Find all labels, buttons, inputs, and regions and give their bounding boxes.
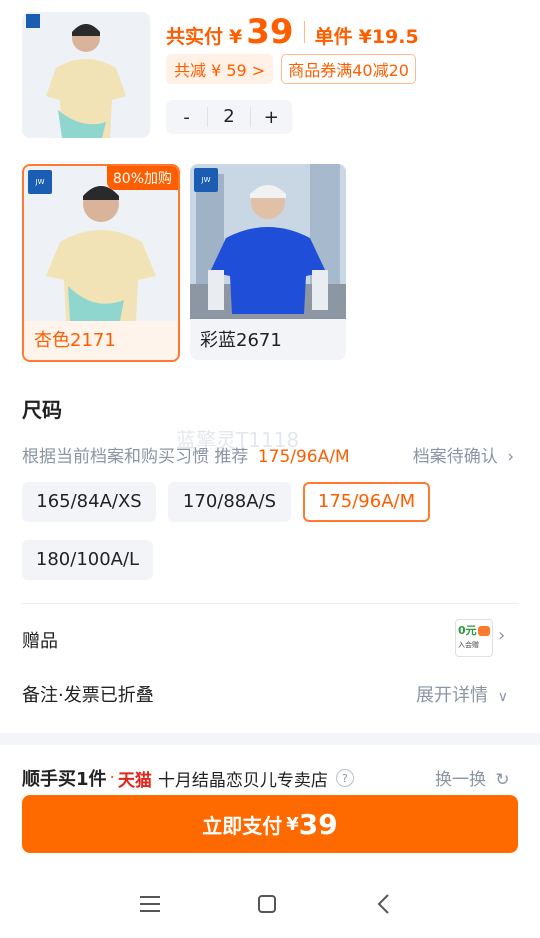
home-icon[interactable] bbox=[257, 894, 277, 914]
tmall-logo: 天猫 bbox=[117, 770, 152, 791]
currency-symbol: ¥ bbox=[229, 26, 243, 48]
gift-badge-text: 入会赠 bbox=[458, 641, 479, 649]
price-divider bbox=[303, 21, 305, 43]
size-option-m[interactable]: 175/96A/M bbox=[303, 482, 430, 522]
size-option-s[interactable]: 170/88A/S bbox=[168, 482, 291, 522]
add-one-label: 顺手买1件 bbox=[22, 769, 107, 790]
total-price-row: 共实付 ¥ 39 单件 ¥19.5 bbox=[166, 12, 419, 52]
dot-separator: · bbox=[109, 768, 115, 788]
size-option-l[interactable]: 180/100A/L bbox=[22, 540, 153, 580]
increase-button[interactable]: + bbox=[251, 107, 292, 128]
profile-link[interactable]: 档案待确认 › bbox=[413, 442, 514, 467]
color-option-apricot[interactable]: JW 80%加购 杏色2171 bbox=[22, 164, 180, 362]
color-name: 彩蓝2671 bbox=[200, 330, 282, 351]
pay-currency: ¥ bbox=[286, 813, 299, 835]
gift-badge-price: 0元 bbox=[458, 624, 477, 637]
gift-label: 赠品 bbox=[22, 631, 58, 652]
chevron-right-icon[interactable]: › bbox=[498, 625, 505, 646]
product-thumbnail-image bbox=[22, 12, 150, 138]
chevron-down-icon: ∨ bbox=[497, 689, 508, 705]
coupon-tag: 商品券满40减20 bbox=[281, 54, 416, 84]
back-icon[interactable] bbox=[376, 893, 390, 915]
quantity-value[interactable]: 2 bbox=[207, 107, 251, 127]
pay-amount: 39 bbox=[298, 807, 338, 841]
recommend-size: 175/96A/M bbox=[257, 447, 350, 467]
switch-button[interactable]: 换一换 ↻ bbox=[435, 765, 510, 790]
unit-label: 单件 bbox=[314, 26, 353, 48]
brand-logo-icon: JW bbox=[28, 170, 52, 194]
section-separator bbox=[0, 733, 540, 745]
expand-label: 展开详情 bbox=[416, 685, 488, 706]
quantity-stepper[interactable]: - 2 + bbox=[166, 100, 292, 134]
color-option-blue[interactable]: JW 彩蓝2671 bbox=[190, 164, 346, 360]
store-info-row: 顺手买1件 · 天猫 十月结晶恋贝儿专卖店 ? bbox=[22, 765, 354, 791]
brand-logo-icon: JW bbox=[194, 168, 218, 192]
profile-link-label: 档案待确认 bbox=[412, 447, 498, 467]
total-price: 39 bbox=[246, 12, 294, 52]
add-rate-badge: 80%加购 bbox=[106, 166, 178, 190]
total-label: 共实付 bbox=[166, 26, 224, 48]
refresh-icon: ↻ bbox=[495, 770, 510, 790]
chevron-right-icon: › bbox=[507, 447, 514, 467]
switch-label: 换一换 bbox=[435, 770, 486, 790]
gift-icon bbox=[478, 626, 490, 636]
gift-thumbnail[interactable]: 0元 入会赠 bbox=[455, 619, 493, 657]
unit-price: ¥19.5 bbox=[358, 26, 419, 48]
pay-label: 立即支付 bbox=[202, 813, 283, 838]
color-name: 杏色2171 bbox=[34, 330, 116, 351]
pay-now-button[interactable]: 立即支付 ¥ 39 bbox=[22, 795, 518, 853]
expand-details-button[interactable]: 展开详情 ∨ bbox=[416, 681, 508, 707]
discount-row: 共减 ¥ 59 > 商品券满40减20 bbox=[166, 54, 416, 84]
size-recommendation: 根据当前档案和购买习惯 推荐 175/96A/M 档案待确认 › bbox=[22, 442, 518, 467]
divider bbox=[22, 603, 518, 604]
product-thumbnail[interactable] bbox=[22, 12, 150, 138]
system-navigation-bar bbox=[0, 870, 540, 938]
recommend-text: 根据当前档案和购买习惯 推荐 bbox=[22, 447, 249, 467]
store-name[interactable]: 十月结晶恋贝儿专卖店 bbox=[158, 766, 328, 791]
menu-icon[interactable] bbox=[139, 894, 161, 914]
discount-detail-link[interactable]: 共减 ¥ 59 > bbox=[166, 54, 274, 84]
help-icon[interactable]: ? bbox=[335, 769, 354, 787]
size-section-title: 尺码 bbox=[22, 398, 62, 422]
size-option-xs[interactable]: 165/84A/XS bbox=[22, 482, 156, 522]
decrease-button[interactable]: - bbox=[166, 107, 207, 128]
note-label: 备注·发票已折叠 bbox=[22, 685, 154, 706]
